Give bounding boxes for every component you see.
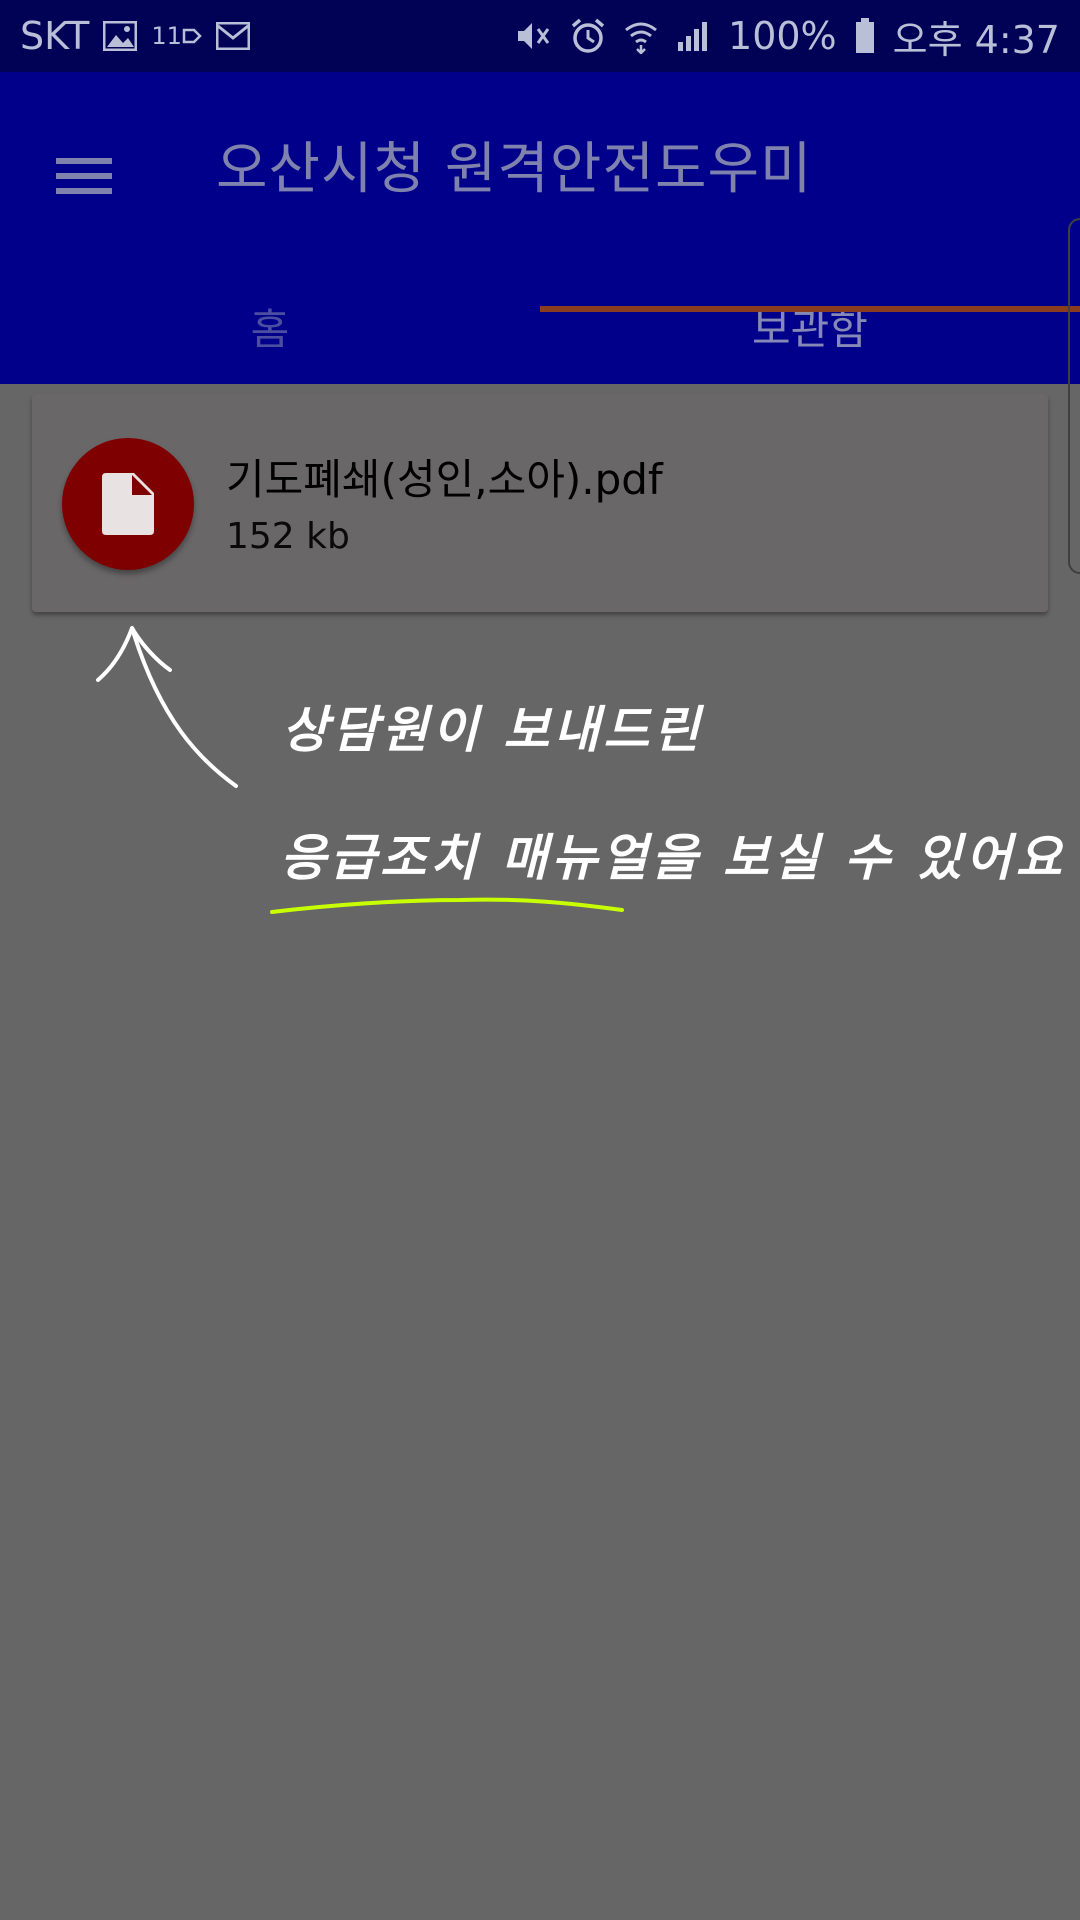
tab-bar: 홈 보관함 <box>0 268 1080 384</box>
tab-home[interactable]: 홈 <box>0 268 540 384</box>
clock: 오후 4:37 <box>892 17 1060 62</box>
status-left: SKT 11 <box>20 14 250 58</box>
file-icon-button <box>62 438 194 570</box>
tab-storage-label: 보관함 <box>752 304 868 354</box>
file-size: 152 kb <box>226 516 350 557</box>
file-name: 기도폐쇄(성인,소아).pdf <box>226 455 663 504</box>
status-right: 100% 오후 4:37 <box>514 9 1060 64</box>
tab-home-label: 홈 <box>250 304 290 354</box>
mail-icon <box>215 22 250 50</box>
app-bar: 오산시청 원격안전도우미 홈 보관함 <box>0 72 1080 384</box>
annotation-arrow <box>96 626 238 788</box>
hamburger-menu-icon <box>56 158 112 194</box>
file-list-item[interactable]: 기도폐쇄(성인,소아).pdf 152 kb <box>32 394 1048 612</box>
annotation-text-line-2: 응급조치 매뉴얼을 보실 수 있어요 <box>280 829 1066 887</box>
carrier-label: SKT <box>20 14 90 58</box>
mute-vibrate-icon <box>514 19 552 53</box>
signal-icon <box>676 20 710 52</box>
menu-button[interactable] <box>40 132 128 220</box>
eleven-icon: 11 <box>151 22 202 50</box>
wifi-icon <box>624 18 658 54</box>
tab-storage[interactable]: 보관함 <box>540 268 1080 384</box>
pdf-document-icon <box>102 473 154 535</box>
status-bar: SKT 11 100% 오후 4:37 <box>0 0 1080 72</box>
battery-icon <box>855 18 875 54</box>
annotation-underline <box>270 897 624 914</box>
annotation-text-line-1: 상담원이 보내드린 <box>282 701 704 759</box>
battery-percent: 100% <box>728 14 837 58</box>
tab-indicator <box>540 306 1080 312</box>
edge-panel-handle[interactable] <box>1068 218 1080 574</box>
alarm-icon <box>570 18 606 54</box>
app-title: 오산시청 원격안전도우미 <box>216 137 813 202</box>
image-icon <box>103 21 138 51</box>
